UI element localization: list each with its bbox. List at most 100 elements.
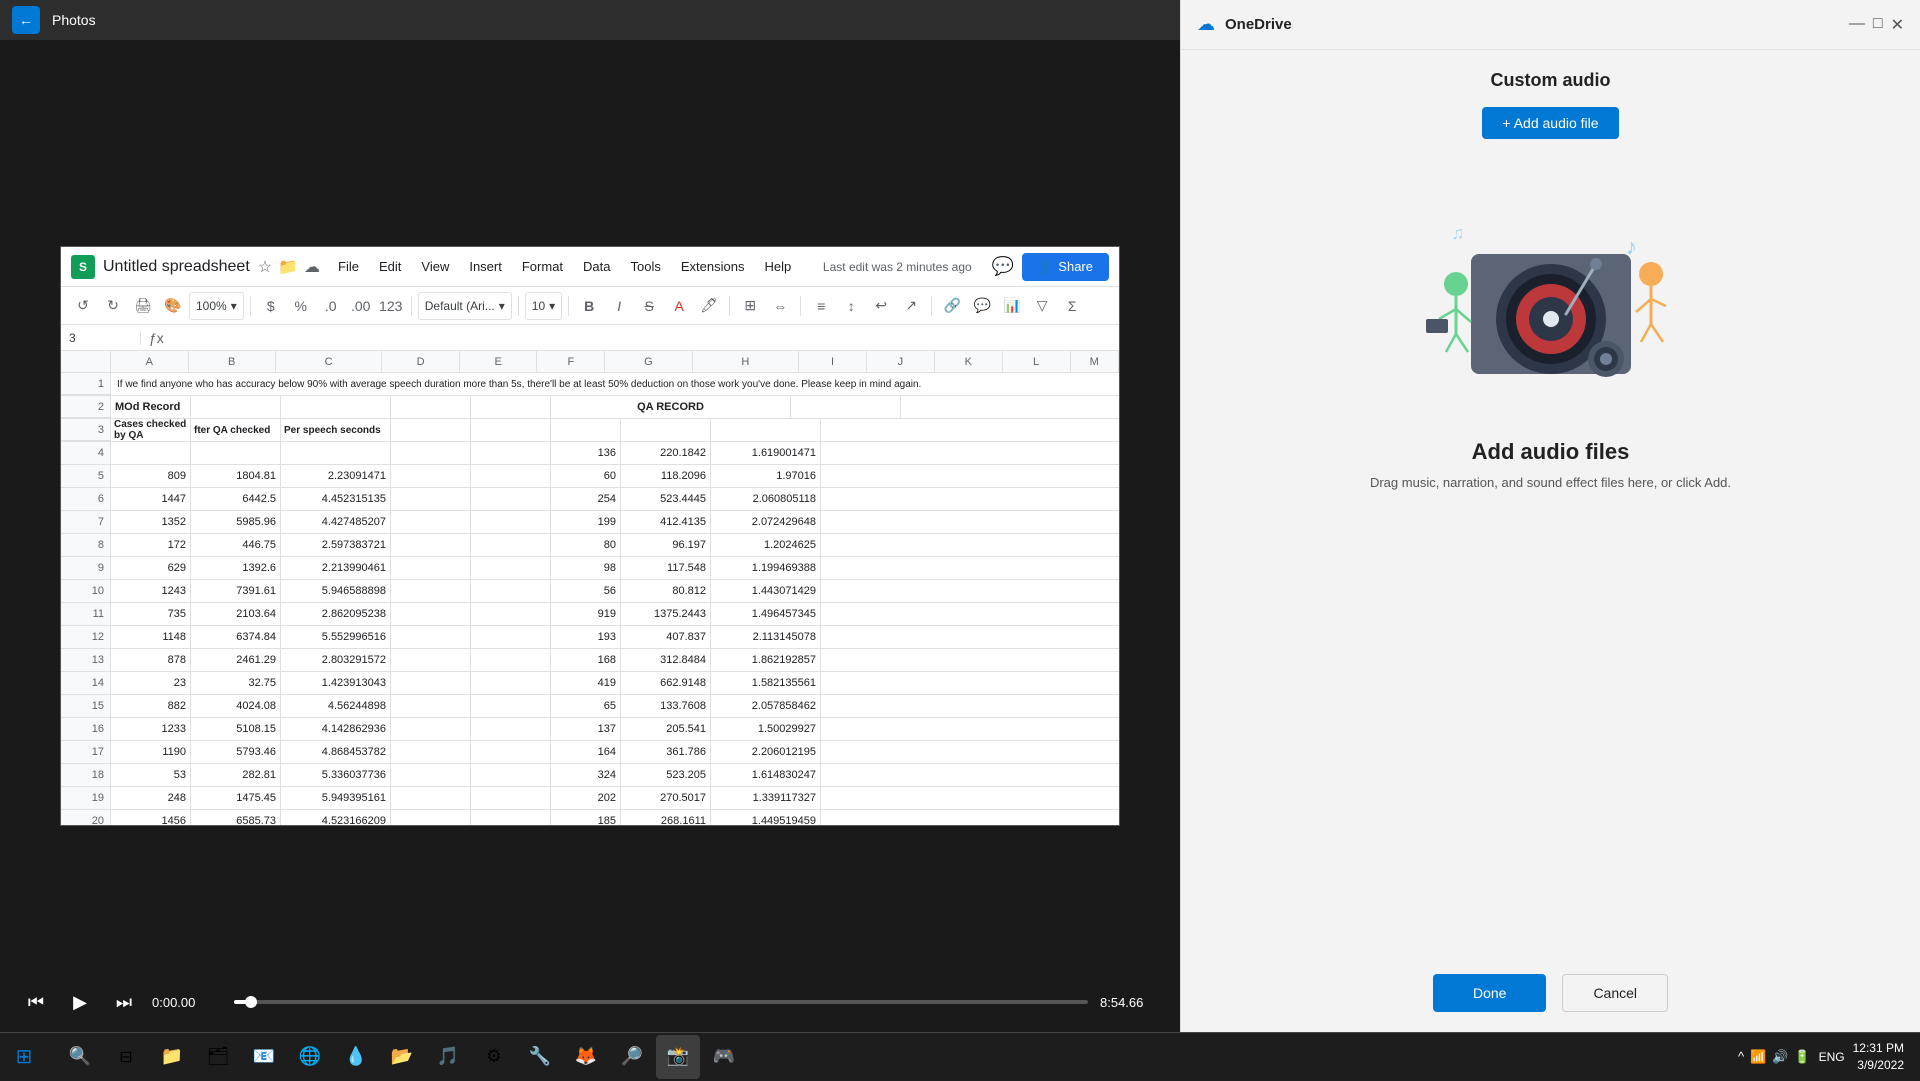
- grid-cell[interactable]: 2.060805118: [711, 488, 821, 510]
- grid-cell[interactable]: 5.946588898: [281, 580, 391, 602]
- star-icon[interactable]: ☆: [258, 257, 272, 277]
- merge-btn[interactable]: ⇔: [766, 292, 794, 320]
- col-A[interactable]: A: [111, 351, 189, 372]
- grid-cell[interactable]: 80.812: [621, 580, 711, 602]
- network-icon[interactable]: 📶: [1750, 1049, 1766, 1065]
- filter-btn[interactable]: ▽: [1028, 292, 1056, 320]
- settings[interactable]: ⚙: [472, 1035, 516, 1079]
- edge-browser[interactable]: 🌐: [288, 1035, 332, 1079]
- menu-view[interactable]: View: [411, 255, 459, 278]
- grid-cell[interactable]: 268.1611: [621, 810, 711, 826]
- cancel-button[interactable]: Cancel: [1562, 974, 1668, 1012]
- grid-cell[interactable]: 1233: [111, 718, 191, 740]
- grid-cell[interactable]: [391, 718, 471, 740]
- photos-taskbar[interactable]: 📸: [656, 1035, 700, 1079]
- grid-cell[interactable]: [391, 580, 471, 602]
- wrap-btn[interactable]: ↩: [867, 292, 895, 320]
- col-C[interactable]: C: [276, 351, 383, 372]
- grid-cell[interactable]: [391, 465, 471, 487]
- font-color-btn[interactable]: A: [665, 292, 693, 320]
- valign-btn[interactable]: ↕: [837, 292, 865, 320]
- cell-reference[interactable]: 3: [61, 331, 141, 345]
- grid-cell[interactable]: [391, 442, 471, 464]
- grid-cell[interactable]: 4.142862936: [281, 718, 391, 740]
- paint-btn[interactable]: 🎨: [159, 292, 187, 320]
- grid-cell[interactable]: 23: [111, 672, 191, 694]
- grid-cell[interactable]: 172: [111, 534, 191, 556]
- grid-cell[interactable]: [471, 787, 551, 809]
- taskbar-clock[interactable]: 12:31 PM 3/9/2022: [1853, 1040, 1904, 1074]
- menu-extensions[interactable]: Extensions: [671, 255, 755, 278]
- grid-cell[interactable]: 6585.73: [191, 810, 281, 826]
- grid-cell[interactable]: [471, 626, 551, 648]
- subhdr-f[interactable]: [551, 419, 621, 441]
- grid-cell[interactable]: 1352: [111, 511, 191, 533]
- grid-cell[interactable]: 137: [551, 718, 621, 740]
- progress-bar[interactable]: [234, 1000, 1088, 1004]
- subhdr-g[interactable]: [621, 419, 711, 441]
- od-maximize-btn[interactable]: □: [1873, 15, 1883, 35]
- grid-cell[interactable]: 168: [551, 649, 621, 671]
- grid-cell[interactable]: 4.868453782: [281, 741, 391, 763]
- borders-btn[interactable]: ⊞: [736, 292, 764, 320]
- subhdr-d[interactable]: [391, 419, 471, 441]
- grid-cell[interactable]: [471, 718, 551, 740]
- grid-cell[interactable]: 60: [551, 465, 621, 487]
- grid-cell[interactable]: 254: [551, 488, 621, 510]
- grid-cell[interactable]: 2461.29: [191, 649, 281, 671]
- subhdr-h[interactable]: [711, 419, 821, 441]
- dropbox[interactable]: 💧: [334, 1035, 378, 1079]
- prev-btn[interactable]: ⏮: [20, 986, 52, 1018]
- chevron-up-icon[interactable]: ^: [1738, 1049, 1744, 1064]
- print-btn[interactable]: 🖨: [129, 292, 157, 320]
- grid-cell[interactable]: 282.81: [191, 764, 281, 786]
- grid-cell[interactable]: 220.1842: [621, 442, 711, 464]
- grid-cell[interactable]: [471, 511, 551, 533]
- search2[interactable]: 🔎: [610, 1035, 654, 1079]
- percent-btn[interactable]: %: [287, 292, 315, 320]
- grid-cell[interactable]: 248: [111, 787, 191, 809]
- grid-cell[interactable]: 96.197: [621, 534, 711, 556]
- grid-cell[interactable]: 4024.08: [191, 695, 281, 717]
- task-view[interactable]: ⊟: [104, 1035, 148, 1079]
- grid-cell[interactable]: [471, 764, 551, 786]
- decimal-btn[interactable]: .0: [317, 292, 345, 320]
- grid-cell[interactable]: 1190: [111, 741, 191, 763]
- cloud-icon[interactable]: ☁: [304, 257, 320, 277]
- grid-cell[interactable]: 4.523166209: [281, 810, 391, 826]
- grid-cell[interactable]: 809: [111, 465, 191, 487]
- bold-btn[interactable]: B: [575, 292, 603, 320]
- grid-cell[interactable]: 5.336037736: [281, 764, 391, 786]
- grid-cell[interactable]: [471, 695, 551, 717]
- function-btn[interactable]: Σ: [1058, 292, 1086, 320]
- col-I[interactable]: I: [799, 351, 867, 372]
- grid-cell[interactable]: 2.206012195: [711, 741, 821, 763]
- grid-cell[interactable]: [391, 603, 471, 625]
- grid-cell[interactable]: 1.443071429: [711, 580, 821, 602]
- grid-cell[interactable]: 629: [111, 557, 191, 579]
- decimal2-btn[interactable]: .00: [347, 292, 375, 320]
- col-G[interactable]: G: [605, 351, 692, 372]
- grid-cell[interactable]: [471, 603, 551, 625]
- grid-cell[interactable]: 446.75: [191, 534, 281, 556]
- grid-cell[interactable]: 662.9148: [621, 672, 711, 694]
- grid-cell[interactable]: [391, 741, 471, 763]
- d2-cell[interactable]: [391, 396, 471, 418]
- corner-cell[interactable]: [61, 351, 111, 372]
- menu-file[interactable]: File: [328, 255, 369, 278]
- music[interactable]: 🎵: [426, 1035, 470, 1079]
- grid-cell[interactable]: 5108.15: [191, 718, 281, 740]
- grid-cell[interactable]: 1375.2443: [621, 603, 711, 625]
- strikethrough-btn[interactable]: S: [635, 292, 663, 320]
- grid-cell[interactable]: 7391.61: [191, 580, 281, 602]
- grid-cell[interactable]: 1392.6: [191, 557, 281, 579]
- grid-cell[interactable]: 1447: [111, 488, 191, 510]
- grid-cell[interactable]: 2103.64: [191, 603, 281, 625]
- grid-cell[interactable]: 1243: [111, 580, 191, 602]
- grid-cell[interactable]: [391, 511, 471, 533]
- grid-cell[interactable]: 53: [111, 764, 191, 786]
- start-button[interactable]: ⊞: [0, 1033, 48, 1081]
- redo-tb-btn[interactable]: ↻: [99, 292, 127, 320]
- font-size-dropdown[interactable]: 10 ▾: [525, 292, 562, 320]
- grid-cell[interactable]: 523.205: [621, 764, 711, 786]
